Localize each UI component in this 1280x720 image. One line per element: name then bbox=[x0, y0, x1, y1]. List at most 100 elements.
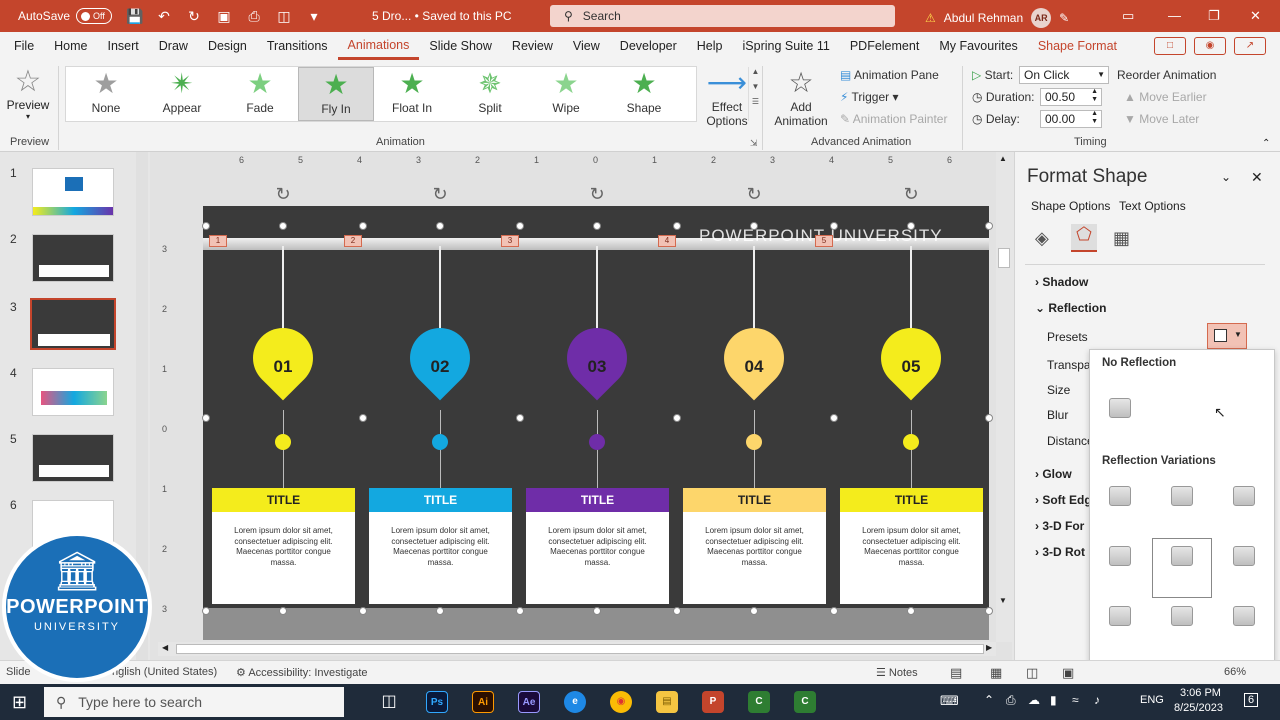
selection-handle[interactable] bbox=[202, 222, 210, 230]
tab-ispring[interactable]: iSpring Suite 11 bbox=[733, 32, 840, 60]
infographic-column[interactable]: 05 TITLE Lorem ipsum dolor sit amet, conse… bbox=[836, 226, 986, 640]
vertical-scrollbar[interactable]: ▲ ▼ bbox=[996, 152, 1012, 642]
reflection-variation[interactable] bbox=[1171, 486, 1193, 506]
selection-handle[interactable] bbox=[673, 222, 681, 230]
selection-handle[interactable] bbox=[436, 607, 444, 615]
close-icon[interactable]: ✕ bbox=[1250, 8, 1261, 24]
search-box[interactable]: ⚲ Search bbox=[550, 5, 895, 27]
tab-my-favourites[interactable]: My Favourites bbox=[929, 32, 1028, 60]
rotate-handle-icon[interactable]: ↻ bbox=[744, 184, 764, 204]
fill-line-icon[interactable]: ◈ bbox=[1035, 228, 1049, 249]
slide[interactable]: POWERPOINT UNIVERSITY 01 TITLE Lorem ipsum… bbox=[203, 206, 989, 640]
animation-appear[interactable]: ✴ Appear bbox=[144, 67, 220, 121]
print-icon[interactable]: ⎙ bbox=[246, 8, 262, 25]
animation-order-badge[interactable]: 3 bbox=[501, 235, 519, 247]
infographic-column[interactable]: 01 TITLE Lorem ipsum dolor sit amet, conse… bbox=[208, 226, 358, 640]
chevron-up-icon[interactable]: ⌃ bbox=[984, 693, 994, 707]
animation-order-badge[interactable]: 2 bbox=[344, 235, 362, 247]
edge-icon[interactable]: e bbox=[564, 691, 586, 713]
animation-wipe[interactable]: ★ Wipe bbox=[528, 67, 604, 121]
delay-input[interactable]: 00.00 ▲ ▼ bbox=[1040, 110, 1102, 128]
selection-handle[interactable] bbox=[359, 222, 367, 230]
reflection-variation[interactable] bbox=[1109, 546, 1131, 566]
infographic-column[interactable]: 03 TITLE Lorem ipsum dolor sit amet, conse… bbox=[522, 226, 672, 640]
animation-fly-in[interactable]: ★ Fly In bbox=[298, 67, 374, 121]
record-icon[interactable]: ◉ bbox=[1194, 37, 1226, 55]
selection-handle[interactable] bbox=[750, 607, 758, 615]
move-later-button[interactable]: ▼ Move Later bbox=[1124, 112, 1199, 126]
animation-order-badge[interactable]: 1 bbox=[209, 235, 227, 247]
notification-badge[interactable]: 6 bbox=[1244, 693, 1259, 707]
autosave[interactable]: AutoSave Off bbox=[18, 8, 113, 24]
selection-handle[interactable] bbox=[202, 414, 210, 422]
selection-handle[interactable] bbox=[516, 222, 524, 230]
reflection-variation[interactable] bbox=[1233, 486, 1255, 506]
selection-handle[interactable] bbox=[593, 607, 601, 615]
effect-options-button[interactable]: ⟶ Effect Options bbox=[700, 66, 754, 128]
title-card[interactable]: TITLE Lorem ipsum dolor sit amet, consect… bbox=[526, 488, 669, 604]
reflection-variation[interactable] bbox=[1233, 606, 1255, 626]
selection-handle[interactable] bbox=[750, 222, 758, 230]
animation-order-badge[interactable]: 4 bbox=[658, 235, 676, 247]
battery-icon[interactable]: ▮ bbox=[1050, 693, 1057, 707]
animation-fade[interactable]: ★ Fade bbox=[222, 67, 298, 121]
maximize-icon[interactable]: ❐ bbox=[1208, 8, 1220, 24]
effects-icon[interactable]: ⬠ bbox=[1071, 224, 1097, 252]
reflection-variation[interactable] bbox=[1171, 546, 1193, 566]
rotate-handle-icon[interactable]: ↻ bbox=[587, 184, 607, 204]
shapes-icon[interactable]: ◫ bbox=[276, 8, 292, 25]
selection-handle[interactable] bbox=[830, 607, 838, 615]
slide-thumbnail-3[interactable] bbox=[30, 298, 116, 350]
rotate-handle-icon[interactable]: ↻ bbox=[273, 184, 293, 204]
tab-view[interactable]: View bbox=[563, 32, 610, 60]
chrome-icon[interactable]: ◉ bbox=[610, 691, 632, 713]
dialog-launcher-icon[interactable]: ⇲ bbox=[750, 138, 758, 149]
tab-file[interactable]: File bbox=[4, 32, 44, 60]
normal-view-icon[interactable]: ▤ bbox=[950, 665, 962, 681]
scroll-thumb[interactable] bbox=[176, 644, 984, 654]
add-animation-button[interactable]: ☆ Add Animation bbox=[768, 66, 834, 128]
customize-qat-icon[interactable]: ▾ bbox=[306, 8, 322, 25]
selection-handle[interactable] bbox=[985, 607, 993, 615]
selection-handle[interactable] bbox=[516, 414, 524, 422]
share-icon[interactable]: ↗ bbox=[1234, 37, 1266, 55]
language-indicator[interactable]: nglish (United States) bbox=[112, 666, 217, 678]
usb-icon[interactable]: ⎙ bbox=[1006, 693, 1016, 708]
selection-handle[interactable] bbox=[359, 607, 367, 615]
duration-input[interactable]: 00.50 ▲ ▼ bbox=[1040, 88, 1102, 106]
chevron-down-icon[interactable]: ⌄ bbox=[1221, 170, 1231, 184]
present-icon[interactable]: ▣ bbox=[216, 8, 232, 25]
horizontal-scrollbar[interactable]: ◀ ▶ bbox=[158, 642, 996, 656]
reflection-variation[interactable] bbox=[1109, 606, 1131, 626]
scroll-up-icon[interactable]: ▲ bbox=[999, 154, 1007, 163]
selection-handle[interactable] bbox=[830, 222, 838, 230]
selection-handle[interactable] bbox=[673, 607, 681, 615]
tab-draw[interactable]: Draw bbox=[149, 32, 198, 60]
document-title[interactable]: 5 Dro... • Saved to this PC bbox=[372, 9, 512, 23]
tab-design[interactable]: Design bbox=[198, 32, 257, 60]
preview-button[interactable]: ☆ Preview ▾ bbox=[6, 66, 50, 122]
tab-animations[interactable]: Animations bbox=[337, 32, 420, 60]
task-view-icon[interactable]: ◫ bbox=[378, 691, 400, 713]
spinner-icon[interactable]: ▲ ▼ bbox=[1091, 110, 1098, 126]
file-explorer-icon[interactable]: ▤ bbox=[656, 691, 678, 713]
clock-time[interactable]: 3:06 PM bbox=[1180, 687, 1221, 699]
photoshop-icon[interactable]: Ps bbox=[426, 691, 448, 713]
zoom-level[interactable]: 66% bbox=[1224, 666, 1246, 678]
soft-edges-section[interactable]: › Soft Edg bbox=[1035, 493, 1092, 507]
redo-icon[interactable]: ↻ bbox=[186, 8, 202, 25]
animation-float-in[interactable]: ★ Float In bbox=[374, 67, 450, 121]
tab-shape-format[interactable]: Shape Format bbox=[1028, 32, 1127, 60]
title-card[interactable]: TITLE Lorem ipsum dolor sit amet, consect… bbox=[683, 488, 826, 604]
3d-format-section[interactable]: › 3-D For bbox=[1035, 519, 1084, 533]
reading-view-icon[interactable]: ◫ bbox=[1026, 665, 1038, 681]
slide-thumbnail-4[interactable] bbox=[32, 368, 114, 416]
selection-handle[interactable] bbox=[593, 222, 601, 230]
animation-pane-button[interactable]: ▤ Animation Pane bbox=[840, 68, 939, 82]
reflection-variation[interactable] bbox=[1171, 606, 1193, 626]
animation-painter-button[interactable]: ✎ Animation Painter bbox=[840, 112, 947, 126]
illustrator-icon[interactable]: Ai bbox=[472, 691, 494, 713]
infographic-column[interactable]: 04 TITLE Lorem ipsum dolor sit amet, conse… bbox=[679, 226, 829, 640]
animation-split[interactable]: ✵ Split bbox=[452, 67, 528, 121]
start-select[interactable]: On Click ▼ bbox=[1019, 66, 1109, 84]
